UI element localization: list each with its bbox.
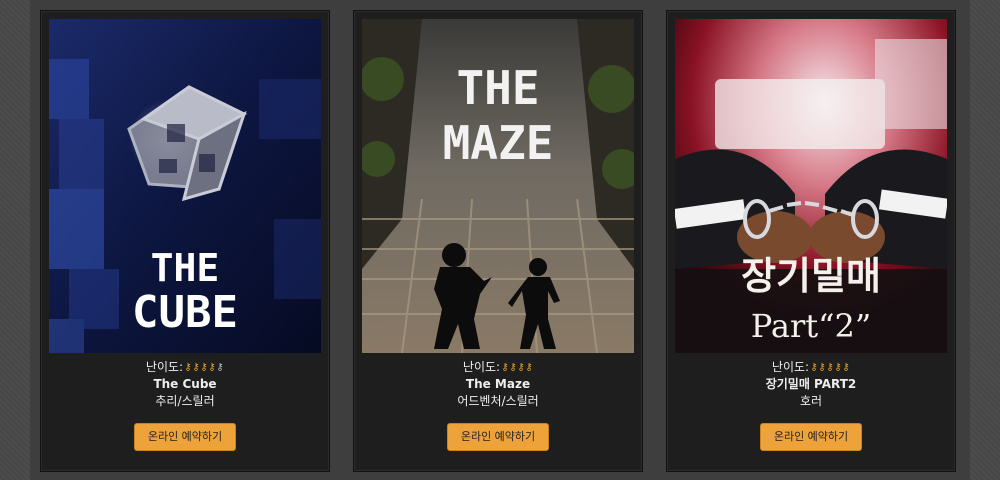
theme-name: 장기밀매 PART2 — [765, 377, 857, 391]
key-icon: ⚷ — [192, 362, 200, 373]
key-icon: ⚷ — [525, 362, 533, 373]
difficulty-row: 난이도: ⚷⚷⚷⚷⚷ — [146, 359, 224, 376]
key-icon: ⚷ — [509, 362, 517, 373]
difficulty-row: 난이도: ⚷⚷⚷⚷ — [463, 359, 533, 376]
theme-genre: 추리/스릴러 — [155, 394, 215, 408]
key-icon: ⚷ — [501, 362, 509, 373]
poster-title-line-1: THE — [151, 246, 220, 290]
key-icon: ⚷ — [517, 362, 525, 373]
theme-card-maze: THE MAZE 난이도: ⚷⚷⚷⚷ The Maze 어드벤처/스릴러 온라인 … — [353, 10, 643, 472]
theme-info: 난이도: ⚷⚷⚷⚷⚷ The Cube 추리/스릴러 — [41, 359, 329, 410]
theme-info: 난이도: ⚷⚷⚷⚷⚷ 장기밀매 PART2 호러 — [667, 359, 955, 410]
key-icon: ⚷ — [184, 362, 192, 373]
theme-card-cube: THE CUBE 난이도: ⚷⚷⚷⚷⚷ The Cube 추리/스릴러 온라인 예… — [40, 10, 330, 472]
key-icon: ⚷ — [216, 362, 224, 373]
key-icon: ⚷ — [200, 362, 208, 373]
difficulty-label: 난이도: — [145, 360, 184, 374]
difficulty-keys: ⚷⚷⚷⚷⚷ — [810, 359, 850, 376]
theme-name: The Cube — [153, 377, 217, 391]
poster-organ-trade-part2[interactable]: 장기밀매 Part“2” — [675, 19, 947, 353]
theme-genre: 어드벤처/스릴러 — [457, 394, 539, 408]
theme-card-organ-trade: 장기밀매 Part“2” 난이도: ⚷⚷⚷⚷⚷ 장기밀매 PART2 호러 온라인… — [666, 10, 956, 472]
poster-title-line-2: Part“2” — [751, 307, 871, 345]
difficulty-keys: ⚷⚷⚷⚷ — [501, 359, 533, 376]
organ-trade-poster-art: 장기밀매 Part“2” — [675, 19, 947, 353]
poster-title-line-2: MAZE — [443, 116, 554, 170]
key-icon: ⚷ — [818, 362, 826, 373]
poster-the-maze[interactable]: THE MAZE — [362, 19, 634, 353]
key-icon: ⚷ — [834, 362, 842, 373]
cube-poster-art: THE CUBE — [49, 19, 321, 353]
theme-info: 난이도: ⚷⚷⚷⚷ The Maze 어드벤처/스릴러 — [354, 359, 642, 410]
difficulty-label: 난이도: — [771, 360, 810, 374]
poster-title-line-2: CUBE — [132, 287, 238, 338]
difficulty-keys: ⚷⚷⚷⚷⚷ — [184, 359, 224, 376]
key-icon: ⚷ — [826, 362, 834, 373]
key-icon: ⚷ — [208, 362, 216, 373]
maze-poster-art: THE MAZE — [362, 19, 634, 353]
key-icon: ⚷ — [810, 362, 818, 373]
online-reserve-button[interactable]: 온라인 예약하기 — [760, 423, 862, 451]
key-icon: ⚷ — [842, 362, 850, 373]
poster-the-cube[interactable]: THE CUBE — [49, 19, 321, 353]
difficulty-label: 난이도: — [462, 360, 501, 374]
poster-title-line-1: 장기밀매 — [741, 254, 881, 298]
online-reserve-button[interactable]: 온라인 예약하기 — [134, 423, 236, 451]
poster-title-line-1: THE — [456, 61, 539, 115]
theme-gallery: THE CUBE 난이도: ⚷⚷⚷⚷⚷ The Cube 추리/스릴러 온라인 예… — [30, 0, 970, 480]
online-reserve-button[interactable]: 온라인 예약하기 — [447, 423, 549, 451]
theme-name: The Maze — [465, 377, 531, 391]
difficulty-row: 난이도: ⚷⚷⚷⚷⚷ — [772, 359, 850, 376]
theme-genre: 호러 — [799, 394, 823, 408]
